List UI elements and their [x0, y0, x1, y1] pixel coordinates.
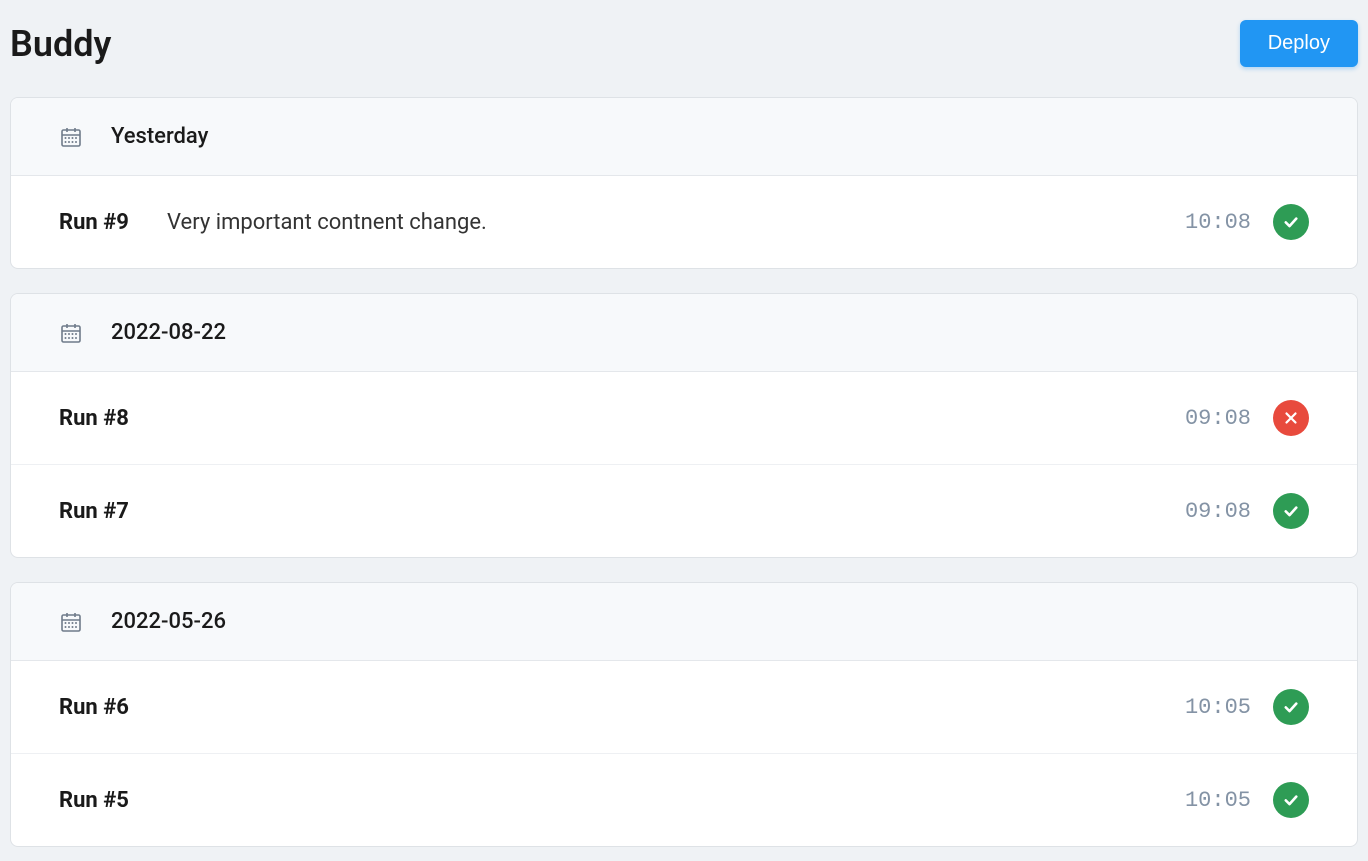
run-time: 10:05 [1185, 695, 1251, 720]
run-time: 09:08 [1185, 499, 1251, 524]
status-failed-icon [1273, 400, 1309, 436]
run-group-header: Yesterday [11, 98, 1357, 176]
runs-list: Yesterday Run #9 Very important contnent c… [10, 97, 1358, 847]
run-number: Run #8 [59, 406, 149, 431]
run-row[interactable]: Run #5 10:05 [11, 754, 1357, 846]
run-group: 2022-08-22 Run #8 09:08 Run #7 09:08 [10, 293, 1358, 558]
page-title: Buddy [10, 23, 111, 65]
calendar-icon [59, 321, 83, 345]
run-group-header: 2022-05-26 [11, 583, 1357, 661]
run-row[interactable]: Run #8 09:08 [11, 372, 1357, 465]
run-group: Yesterday Run #9 Very important contnent c… [10, 97, 1358, 269]
deploy-button[interactable]: Deploy [1240, 20, 1358, 67]
run-time: 10:08 [1185, 210, 1251, 235]
run-group: 2022-05-26 Run #6 10:05 Run #5 10:05 [10, 582, 1358, 847]
run-number: Run #6 [59, 695, 149, 720]
run-number: Run #9 [59, 210, 149, 235]
run-row[interactable]: Run #6 10:05 [11, 661, 1357, 754]
run-time: 09:08 [1185, 406, 1251, 431]
calendar-icon [59, 610, 83, 634]
run-number: Run #7 [59, 499, 149, 524]
status-success-icon [1273, 782, 1309, 818]
status-success-icon [1273, 493, 1309, 529]
calendar-icon [59, 125, 83, 149]
run-row[interactable]: Run #9 Very important contnent change. 10:… [11, 176, 1357, 268]
run-group-date: Yesterday [111, 124, 208, 149]
status-success-icon [1273, 204, 1309, 240]
page-header: Buddy Deploy [10, 10, 1358, 97]
run-group-header: 2022-08-22 [11, 294, 1357, 372]
run-number: Run #5 [59, 788, 149, 813]
run-description: Very important contnent change. [167, 210, 676, 235]
run-time: 10:05 [1185, 788, 1251, 813]
run-group-date: 2022-05-26 [111, 609, 226, 634]
run-group-date: 2022-08-22 [111, 320, 226, 345]
run-row[interactable]: Run #7 09:08 [11, 465, 1357, 557]
status-success-icon [1273, 689, 1309, 725]
